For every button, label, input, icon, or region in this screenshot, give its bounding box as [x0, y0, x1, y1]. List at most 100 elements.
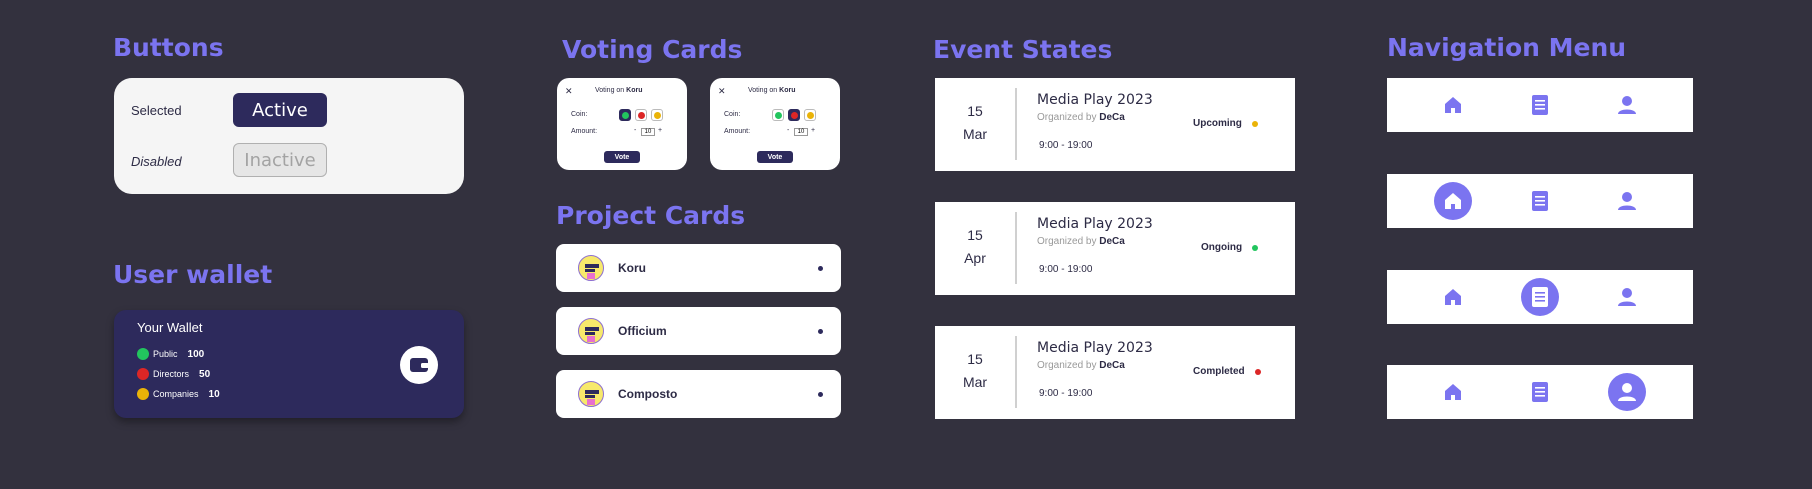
directors-coin-icon	[137, 368, 149, 380]
selected-label: Selected	[131, 103, 182, 118]
project-name: Composto	[618, 387, 678, 401]
home-icon	[1443, 95, 1463, 115]
inactive-button: Inactive	[233, 143, 327, 177]
status-dot	[1252, 244, 1259, 251]
wallet-row-label: Companies	[153, 389, 199, 399]
user-icon	[1617, 191, 1637, 211]
event-time: 9:00 - 19:00	[1039, 264, 1093, 275]
coin-option-green[interactable]	[619, 109, 631, 121]
event-states-section-title: Event States	[933, 35, 1113, 64]
org-name: DeCa	[1099, 360, 1125, 371]
home-icon	[1443, 382, 1463, 402]
voting-project: Koru	[779, 87, 796, 94]
voting-prefix: Voting on	[595, 87, 625, 94]
nav-home-button[interactable]	[1434, 182, 1472, 220]
voting-title: Voting on Koru	[595, 87, 643, 94]
voting-card: ✕ Voting on Koru Coin: Amount: - 10 + Vo…	[710, 78, 840, 170]
event-month: Mar	[962, 374, 988, 390]
amount-label: Amount:	[571, 128, 598, 135]
amount-input[interactable]: 10	[794, 128, 808, 136]
nav-home-button[interactable]	[1441, 285, 1465, 309]
project-menu-dot[interactable]	[818, 392, 823, 397]
event-card[interactable]: 15 Apr Media Play 2023 Organized by DeCa…	[935, 202, 1295, 295]
wallet-row-directors: Directors 50	[137, 368, 210, 380]
navigation-bar	[1387, 78, 1693, 132]
coin-label: Coin:	[571, 111, 588, 118]
project-card[interactable]: Composto	[556, 370, 841, 418]
project-name: Officium	[618, 324, 667, 338]
voting-cards-section-title: Voting Cards	[562, 35, 743, 64]
user-icon	[1617, 382, 1637, 402]
vote-button[interactable]: Vote	[604, 151, 640, 163]
wallet-row-value: 100	[187, 348, 205, 360]
public-coin-icon	[137, 348, 149, 360]
org-prefix: Organized by	[1037, 360, 1097, 371]
active-button[interactable]: Active	[233, 93, 327, 127]
wallet-row-value: 10	[208, 388, 220, 400]
wallet-icon	[410, 358, 429, 372]
nav-document-button[interactable]	[1528, 93, 1552, 117]
user-wallet-card: Your Wallet Public 100 Directors 50 Comp…	[114, 310, 464, 418]
coin-option-red[interactable]	[788, 109, 800, 121]
project-card[interactable]: Koru	[556, 244, 841, 292]
event-day: 15	[967, 227, 983, 243]
org-prefix: Organized by	[1037, 236, 1097, 247]
amount-increment[interactable]: +	[658, 127, 662, 134]
event-title: Media Play 2023	[1037, 216, 1153, 232]
status-dot	[1254, 368, 1261, 375]
wallet-button[interactable]	[400, 346, 438, 384]
event-organizer: Organized by DeCa	[1037, 112, 1125, 123]
wallet-row-label: Public	[153, 349, 178, 359]
amount-input[interactable]: 10	[641, 128, 655, 136]
project-logo	[578, 318, 604, 344]
project-menu-dot[interactable]	[818, 329, 823, 334]
voting-title: Voting on Koru	[748, 87, 796, 94]
project-menu-dot[interactable]	[818, 266, 823, 271]
event-month: Apr	[964, 250, 986, 266]
coin-option-green[interactable]	[772, 109, 784, 121]
close-icon[interactable]: ✕	[565, 86, 573, 97]
amount-label: Amount:	[724, 128, 751, 135]
home-icon	[1443, 287, 1463, 307]
project-logo	[578, 255, 604, 281]
voting-project: Koru	[626, 87, 643, 94]
close-icon[interactable]: ✕	[718, 86, 726, 97]
user-icon	[1617, 95, 1637, 115]
event-title: Media Play 2023	[1037, 340, 1153, 356]
amount-increment[interactable]: +	[811, 127, 815, 134]
nav-document-button[interactable]	[1528, 189, 1552, 213]
nav-document-button[interactable]	[1528, 380, 1552, 404]
event-month: Mar	[962, 126, 988, 142]
amount-decrement[interactable]: -	[787, 127, 789, 134]
nav-document-button[interactable]	[1521, 278, 1559, 316]
coin-label: Coin:	[724, 111, 741, 118]
event-divider	[1015, 212, 1017, 284]
vote-button[interactable]: Vote	[757, 151, 793, 163]
event-time: 9:00 - 19:00	[1039, 140, 1093, 151]
nav-user-button[interactable]	[1608, 373, 1646, 411]
amount-decrement[interactable]: -	[634, 127, 636, 134]
status-label: Completed	[1193, 366, 1245, 377]
event-status: Completed	[1193, 366, 1261, 377]
document-icon	[1530, 190, 1550, 212]
disabled-label: Disabled	[131, 154, 182, 169]
nav-user-button[interactable]	[1615, 189, 1639, 213]
user-wallet-section-title: User wallet	[113, 260, 273, 289]
coin-option-red[interactable]	[635, 109, 647, 121]
nav-user-button[interactable]	[1615, 93, 1639, 117]
event-date: 15 Mar	[935, 100, 1015, 146]
project-card[interactable]: Officium	[556, 307, 841, 355]
coin-option-yellow[interactable]	[804, 109, 816, 121]
event-day: 15	[967, 103, 983, 119]
voting-card: ✕ Voting on Koru Coin: Amount: - 10 + Vo…	[557, 78, 687, 170]
buttons-section-title: Buttons	[113, 33, 224, 62]
nav-user-button[interactable]	[1615, 285, 1639, 309]
nav-home-button[interactable]	[1441, 93, 1465, 117]
event-card[interactable]: 15 Mar Media Play 2023 Organized by DeCa…	[935, 326, 1295, 419]
nav-home-button[interactable]	[1441, 380, 1465, 404]
event-day: 15	[967, 351, 983, 367]
coin-option-yellow[interactable]	[651, 109, 663, 121]
event-card[interactable]: 15 Mar Media Play 2023 Organized by DeCa…	[935, 78, 1295, 171]
wallet-row-value: 50	[199, 368, 211, 380]
wallet-row-public: Public 100	[137, 348, 204, 360]
